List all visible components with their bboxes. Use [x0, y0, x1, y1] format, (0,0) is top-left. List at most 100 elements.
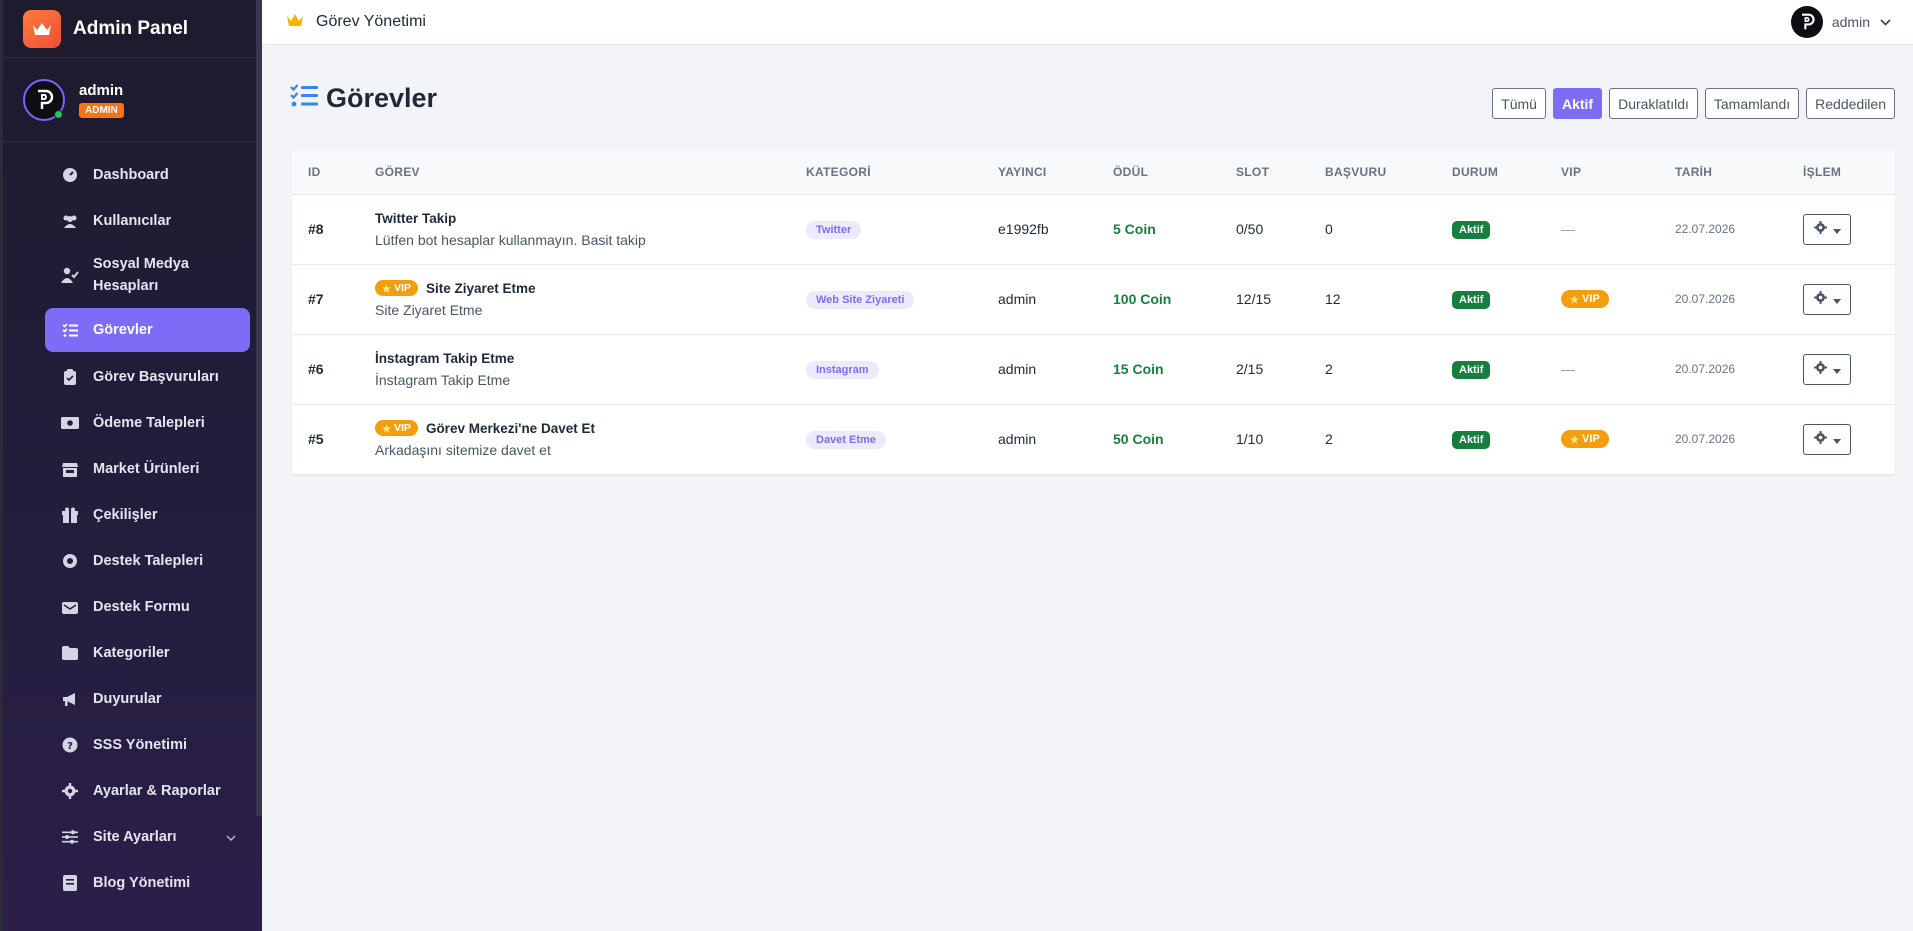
task-id: #8	[308, 221, 324, 237]
publisher: admin	[998, 431, 1037, 447]
sidebar-item-categories[interactable]: Kategoriler	[45, 630, 250, 676]
sidebar-username: admin	[79, 81, 124, 99]
vip-badge: VIP	[1561, 290, 1609, 308]
col-header-vip: VIP	[1545, 151, 1659, 195]
page-header: Görevler	[290, 83, 437, 114]
clipboard-icon	[61, 368, 79, 386]
sidebar-item-settings-reports[interactable]: Ayarlar & Raporlar	[45, 768, 250, 814]
task-title: Site Ziyaret Etme	[425, 280, 536, 296]
sidebar-nav: Dashboard Kullanıcılar Sosyal Medya Hesa…	[3, 142, 262, 906]
store-icon	[61, 460, 79, 478]
publisher: admin	[998, 361, 1037, 377]
sidebar-item-support-form[interactable]: Destek Formu	[45, 584, 250, 630]
sidebar-item-raffles[interactable]: Çekilişler	[45, 492, 250, 538]
reward: 5 Coin	[1113, 221, 1156, 237]
gear-icon	[61, 782, 79, 800]
star-icon	[382, 423, 391, 433]
task-date: 22.07.2026	[1675, 222, 1736, 236]
role-badge: ADMIN	[79, 102, 124, 118]
filter-all-button[interactable]: Tümü	[1492, 88, 1546, 119]
sidebar-item-market-products[interactable]: Market Ürünleri	[45, 446, 250, 492]
task-id: #7	[308, 291, 324, 307]
chevron-down-icon	[226, 829, 236, 845]
sidebar-item-users[interactable]: Kullanıcılar	[45, 198, 250, 244]
col-header-date: TARİH	[1659, 151, 1787, 195]
sidebar: Admin Panel admin ADMIN Dashboard Kullan…	[0, 0, 262, 931]
page-title: Görevler	[326, 83, 438, 113]
sidebar-item-blog[interactable]: Blog Yönetimi	[45, 860, 250, 906]
sidebar-item-faq[interactable]: ? SSS Yönetimi	[45, 722, 250, 768]
status-badge: Aktif	[1452, 360, 1491, 379]
gear-icon	[1813, 291, 1827, 307]
headset-icon	[61, 552, 79, 570]
category-badge: Instagram	[806, 360, 879, 379]
vip-label: VIP	[1582, 293, 1600, 305]
task-title: Görev Merkezi'ne Davet Et	[425, 420, 595, 436]
vip-label: VIP	[1582, 433, 1600, 445]
action-menu-button[interactable]	[1803, 213, 1851, 245]
megaphone-icon	[61, 690, 79, 708]
col-header-publisher: YAYINCI	[982, 151, 1097, 195]
action-menu-button[interactable]	[1803, 423, 1851, 455]
avatar[interactable]	[23, 78, 65, 121]
sidebar-item-dashboard[interactable]: Dashboard	[45, 152, 250, 198]
task-id: #6	[308, 361, 324, 377]
action-menu-button[interactable]	[1803, 353, 1851, 385]
sidebar-item-social-accounts[interactable]: Sosyal Medya Hesapları	[45, 244, 250, 306]
task-cell: VIP Site Ziyaret Etme Site Ziyaret Etme	[359, 264, 790, 334]
caret-down-icon	[1832, 431, 1841, 447]
table-row: #8 Twitter Takip Lütfen bot hesaplar kul…	[292, 194, 1895, 264]
col-header-action: İŞLEM	[1787, 151, 1895, 195]
filter-completed-button[interactable]: Tamamlandı	[1704, 88, 1800, 119]
filter-active-button[interactable]: Aktif	[1552, 88, 1603, 119]
reward: 50 Coin	[1113, 431, 1164, 447]
sidebar-item-site-settings[interactable]: Site Ayarları	[45, 814, 250, 860]
col-header-category: KATEGORİ	[790, 151, 982, 195]
task-description: Site Ziyaret Etme	[375, 302, 483, 318]
publisher: e1992fb	[998, 221, 1049, 237]
brand[interactable]: Admin Panel	[3, 0, 262, 58]
reward: 15 Coin	[1113, 361, 1164, 377]
col-header-task: GÖREV	[359, 151, 790, 195]
filter-paused-button[interactable]: Duraklatıldı	[1609, 88, 1698, 119]
status-badge: Aktif	[1452, 220, 1491, 239]
star-icon	[1570, 294, 1579, 304]
slot: 1/10	[1236, 431, 1264, 447]
tasks-table: ID GÖREV KATEGORİ YAYINCI ÖDÜL SLOT BAŞV…	[292, 151, 1895, 475]
col-header-status: DURUM	[1436, 151, 1545, 195]
task-date: 20.07.2026	[1675, 292, 1736, 306]
users-icon	[61, 212, 79, 230]
chevron-down-icon	[1880, 13, 1891, 31]
table-row: #6 İnstagram Takip Etme İnstagram Takip …	[292, 334, 1895, 404]
user-menu[interactable]: admin	[1790, 6, 1891, 38]
col-header-id: ID	[292, 151, 359, 195]
sidebar-item-payment-requests[interactable]: Ödeme Talepleri	[45, 400, 250, 446]
vip-badge: VIP	[375, 420, 418, 436]
task-cell: Twitter Takip Lütfen bot hesaplar kullan…	[359, 194, 790, 264]
sidebar-item-announcements[interactable]: Duyurular	[45, 676, 250, 722]
gift-icon	[61, 506, 79, 524]
tasks-icon	[290, 84, 318, 113]
status-badge: Aktif	[1452, 430, 1491, 449]
vip-badge: VIP	[1561, 430, 1609, 448]
task-title: Twitter Takip	[375, 210, 457, 226]
vip-badge-label: VIP	[394, 422, 411, 434]
sidebar-item-task-applications[interactable]: Görev Başvuruları	[45, 354, 250, 400]
sidebar-user: admin ADMIN	[3, 58, 262, 142]
slot: 0/50	[1236, 221, 1264, 237]
sidebar-item-tasks[interactable]: Görevler	[45, 308, 250, 352]
col-header-slot: SLOT	[1220, 151, 1309, 195]
applications-count: 12	[1325, 291, 1341, 307]
gear-icon	[1813, 361, 1827, 377]
crown-logo-icon	[23, 9, 61, 48]
star-icon	[382, 283, 391, 293]
reward: 100 Coin	[1113, 291, 1172, 307]
avatar[interactable]	[1790, 6, 1823, 38]
filter-rejected-button[interactable]: Reddedilen	[1806, 88, 1895, 119]
action-menu-button[interactable]	[1803, 283, 1851, 315]
sidebar-item-support-tickets[interactable]: Destek Talepleri	[45, 538, 250, 584]
task-description: Lütfen bot hesaplar kullanmayın. Basit t…	[375, 231, 646, 248]
category-badge: Web Site Ziyareti	[806, 290, 915, 309]
vip-empty: —	[1561, 221, 1575, 237]
table-row: #7 VIP Site Ziyaret Etme Site Ziyaret Et…	[292, 264, 1895, 334]
